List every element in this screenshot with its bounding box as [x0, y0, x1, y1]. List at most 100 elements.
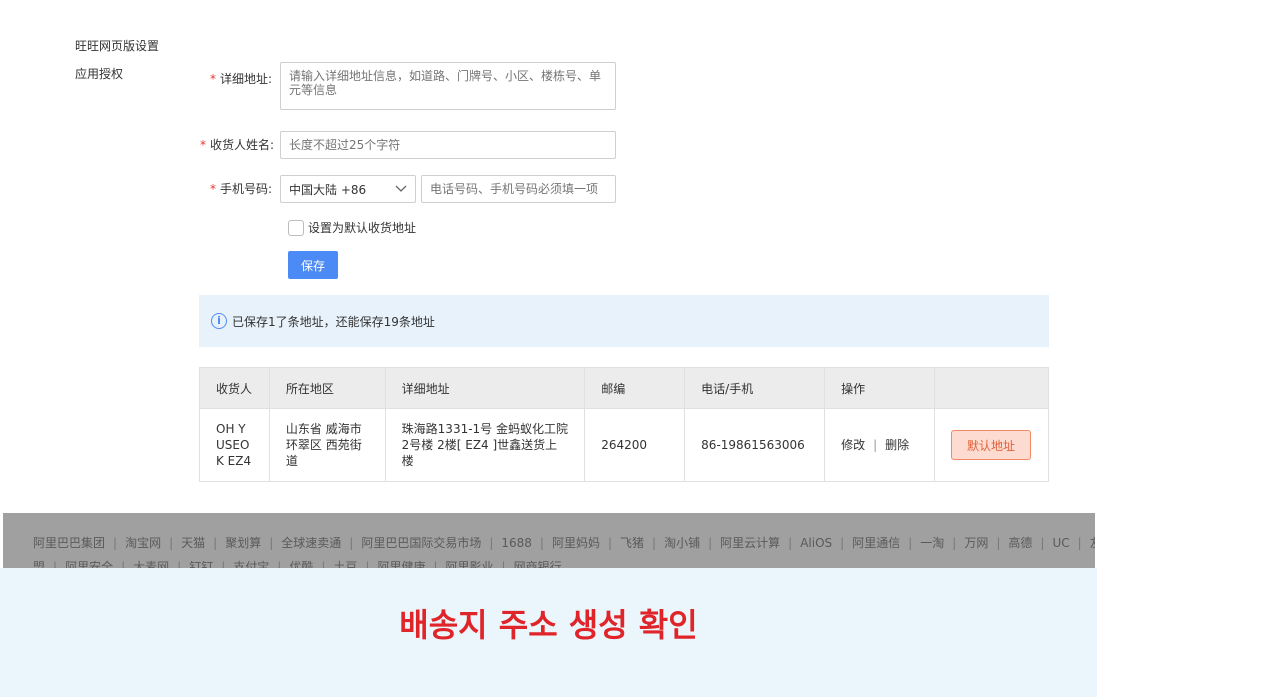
caption-box: 배송지 주소 생성 확인: [0, 568, 1097, 697]
address-row: * 详细地址:: [200, 62, 616, 110]
header-recipient: 收货人: [199, 367, 270, 409]
footer-link[interactable]: 阿里安全: [65, 560, 113, 568]
name-label: * 收货人姓名:: [200, 138, 275, 152]
caption-text: 배송지 주소 생성 확인: [399, 606, 698, 644]
footer-link[interactable]: 天猫: [181, 536, 205, 550]
footer-link[interactable]: 阿里通信: [852, 536, 900, 550]
footer-separator: |: [1040, 536, 1045, 550]
header-operation: 操作: [824, 367, 935, 409]
footer-link[interactable]: 大麦网: [133, 560, 169, 568]
header-default: [933, 367, 1050, 409]
country-code-value: 中国大陆 +86: [289, 182, 367, 197]
default-address-checkbox-label: 设置为默认收货地址: [308, 221, 417, 235]
address-textarea[interactable]: [280, 62, 616, 110]
footer-link[interactable]: 阿里健康: [377, 560, 425, 568]
footer-separator: |: [1077, 536, 1082, 550]
cell-region: 山东省 威海市 环翠区 西苑街道: [268, 408, 386, 482]
footer-link[interactable]: 万网: [964, 536, 988, 550]
required-mark: *: [209, 182, 216, 196]
footer-separator: |: [539, 536, 544, 550]
footer-separator: |: [433, 560, 438, 568]
header-address: 详细地址: [384, 367, 586, 409]
footer-link[interactable]: 优酷: [289, 560, 313, 568]
footer-link[interactable]: 全球速卖通: [281, 536, 341, 550]
footer-separator: |: [177, 560, 182, 568]
footer-separator: |: [277, 560, 282, 568]
footer-separator: |: [321, 560, 326, 568]
footer-link[interactable]: 阿里妈妈: [552, 536, 600, 550]
footer-separator: |: [996, 536, 1001, 550]
cell-phone: 86-19861563006: [684, 408, 826, 482]
cell-zip: 264200: [584, 408, 686, 482]
save-button[interactable]: 保存: [288, 251, 338, 279]
footer-link[interactable]: 钉钉: [189, 560, 213, 568]
footer-separator: |: [840, 536, 845, 550]
page: 旺旺网页版设置 应用授权 *详细地址: *收货人姓名: *手机号码: 中国大陆 …: [0, 0, 1280, 697]
address-label: * 详细地址:: [209, 72, 272, 86]
menu-item-app-authorization[interactable]: 应用授权: [75, 66, 159, 94]
cell-recipient: OH Y USEO K EZ4: [199, 408, 270, 482]
info-bar: i 已保存1了条地址，还能保存19条地址: [199, 295, 1049, 347]
footer-separator: |: [365, 560, 370, 568]
footer-separator: |: [952, 536, 957, 550]
info-text: 已保存1了条地址，还能保存19条地址: [232, 314, 435, 329]
name-row: * 收货人姓名:: [200, 131, 616, 159]
footer-separator: |: [708, 536, 713, 550]
info-icon: i: [211, 313, 227, 329]
footer-links: 阿里巴巴集团 | 淘宝网 | 天猫 | 聚划算 | 全球速卖通 | 阿里巴巴国际交易市场 | 1688 |…: [33, 531, 1095, 568]
delete-link[interactable]: 删除: [885, 438, 909, 452]
footer: 阿里巴巴集团 | 淘宝网 | 天猫 | 聚划算 | 全球速卖通 | 阿里巴巴国际交易市场 | 1688 |…: [3, 513, 1095, 568]
op-separator: |: [873, 438, 878, 452]
footer-link[interactable]: 阿里云计算: [720, 536, 780, 550]
chevron-down-icon: [395, 185, 407, 192]
footer-link[interactable]: AliOS: [800, 536, 832, 550]
footer-link[interactable]: 淘小铺: [664, 536, 700, 550]
footer-link[interactable]: 网商银行: [514, 560, 562, 568]
footer-separator: |: [113, 536, 118, 550]
table-row: OH Y USEO K EZ4 山东省 威海市 环翠区 西苑街道 珠海路1331…: [199, 408, 1050, 482]
cell-default: 默认地址: [933, 408, 1050, 482]
table-header-row: 收货人 所在地区 详细地址 邮编 电话/手机 操作: [199, 367, 1050, 409]
footer-separator: |: [501, 560, 506, 568]
footer-link[interactable]: 阿里巴巴国际交易市场: [361, 536, 481, 550]
phone-row: * 手机号码: 中国大陆 +86: [200, 175, 616, 203]
footer-link[interactable]: 1688: [501, 536, 532, 550]
footer-link[interactable]: UC: [1052, 536, 1069, 550]
footer-separator: |: [652, 536, 657, 550]
footer-separator: |: [908, 536, 913, 550]
footer-link[interactable]: 阿里巴巴集团: [33, 536, 105, 550]
footer-separator: |: [489, 536, 494, 550]
footer-link[interactable]: 阿里影业: [446, 560, 494, 568]
address-table: 收货人 所在地区 详细地址 邮编 电话/手机 操作 OH Y USEO K EZ…: [199, 367, 1050, 482]
cell-operation: 修改 | 删除: [824, 408, 935, 482]
footer-link[interactable]: 高德: [1008, 536, 1032, 550]
header-phone: 电话/手机: [684, 367, 826, 409]
header-region: 所在地区: [268, 367, 386, 409]
footer-link[interactable]: 支付宝: [233, 560, 269, 568]
default-address-button[interactable]: 默认地址: [950, 430, 1031, 460]
footer-separator: |: [788, 536, 793, 550]
footer-separator: |: [53, 560, 58, 568]
phone-input[interactable]: [421, 175, 616, 203]
menu-item-wangwang-settings[interactable]: 旺旺网页版设置: [75, 38, 159, 66]
footer-link[interactable]: 淘宝网: [125, 536, 161, 550]
footer-link[interactable]: 一淘: [920, 536, 944, 550]
phone-label: * 手机号码:: [209, 182, 272, 196]
default-address-checkbox-row[interactable]: 设置为默认收货地址: [288, 219, 416, 236]
footer-link[interactable]: 飞猪: [620, 536, 644, 550]
footer-separator: |: [213, 536, 218, 550]
footer-link[interactable]: 土豆: [333, 560, 357, 568]
required-mark: *: [209, 72, 216, 86]
footer-link[interactable]: 聚划算: [225, 536, 261, 550]
cell-address: 珠海路1331-1号 金蚂蚁化工院2号楼 2楼[ EZ4 ]世鑫送货上楼: [384, 408, 586, 482]
name-input[interactable]: [280, 131, 616, 159]
footer-separator: |: [221, 560, 226, 568]
country-code-select[interactable]: 中国大陆 +86: [280, 175, 416, 203]
header-zip: 邮编: [584, 367, 686, 409]
footer-separator: |: [607, 536, 613, 550]
default-address-checkbox[interactable]: [288, 219, 304, 236]
footer-separator: |: [349, 536, 354, 550]
left-menu: 旺旺网页版设置 应用授权: [75, 38, 159, 94]
edit-link[interactable]: 修改: [841, 438, 865, 452]
required-mark: *: [200, 138, 206, 152]
